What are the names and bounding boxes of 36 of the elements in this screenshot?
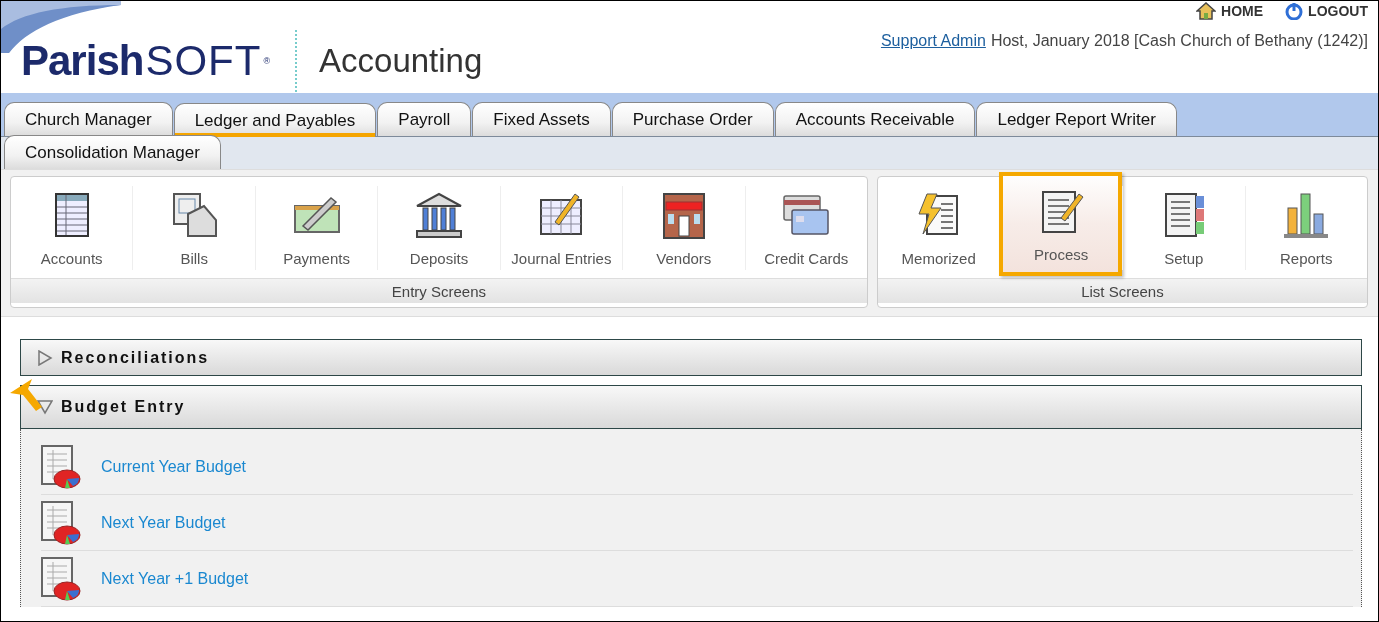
spreadsheet-pie-icon [41, 556, 81, 601]
section-header[interactable]: Budget Entry [20, 385, 1362, 429]
nav-tab[interactable]: Purchase Order [611, 102, 774, 136]
toolbar-button[interactable]: Accounts [11, 186, 133, 270]
power-icon [1285, 2, 1304, 20]
toolbar-button[interactable]: Process [999, 172, 1122, 276]
spreadsheet-pie-icon [41, 500, 81, 545]
logo: ParishSOFT® [21, 40, 270, 82]
toolbar-button[interactable]: Memorized [877, 186, 1000, 270]
toolbar-button[interactable]: Vendors [622, 186, 745, 270]
nav-tab[interactable]: Consolidation Manager [4, 135, 221, 169]
toolbar-button[interactable]: Bills [132, 186, 255, 270]
logout-link[interactable]: LOGOUT [1285, 2, 1368, 20]
nav-tab[interactable]: Ledger and Payables [173, 103, 377, 137]
panel-caption: Entry Screens [11, 278, 867, 303]
nav-tab[interactable]: Fixed Assets [472, 102, 611, 136]
toolbar-button[interactable]: Deposits [377, 186, 500, 270]
toolbar-button[interactable]: Journal Entries [499, 186, 623, 270]
user-info: Support Admin Host, January 2018 [Cash Church of Bethany (1242)] [880, 32, 1368, 50]
expand-triangle-icon [37, 349, 53, 366]
panel-caption: List Screens [877, 278, 1367, 303]
nav-tab[interactable]: Payroll [377, 102, 472, 136]
collapse-triangle-icon [37, 399, 53, 415]
toolbar-button[interactable]: Payments [254, 186, 378, 270]
section-header[interactable]: Reconciliations [20, 339, 1362, 376]
toolbar-button[interactable]: Credit Cards [744, 186, 867, 270]
nav-tab[interactable]: Church Manager [4, 102, 173, 136]
spreadsheet-pie-icon [41, 444, 81, 489]
home-link[interactable]: HOME [1196, 2, 1264, 20]
app-title: Accounting [319, 42, 483, 80]
nav-tab[interactable]: Ledger Report Writer [976, 102, 1177, 136]
user-link[interactable]: Support Admin [880, 32, 986, 49]
toolbar-button[interactable]: Reports [1244, 186, 1368, 270]
toolbar-button[interactable]: Setup [1121, 186, 1245, 270]
house-icon [1196, 2, 1217, 20]
nav-tab[interactable]: Accounts Receivable [774, 102, 976, 136]
